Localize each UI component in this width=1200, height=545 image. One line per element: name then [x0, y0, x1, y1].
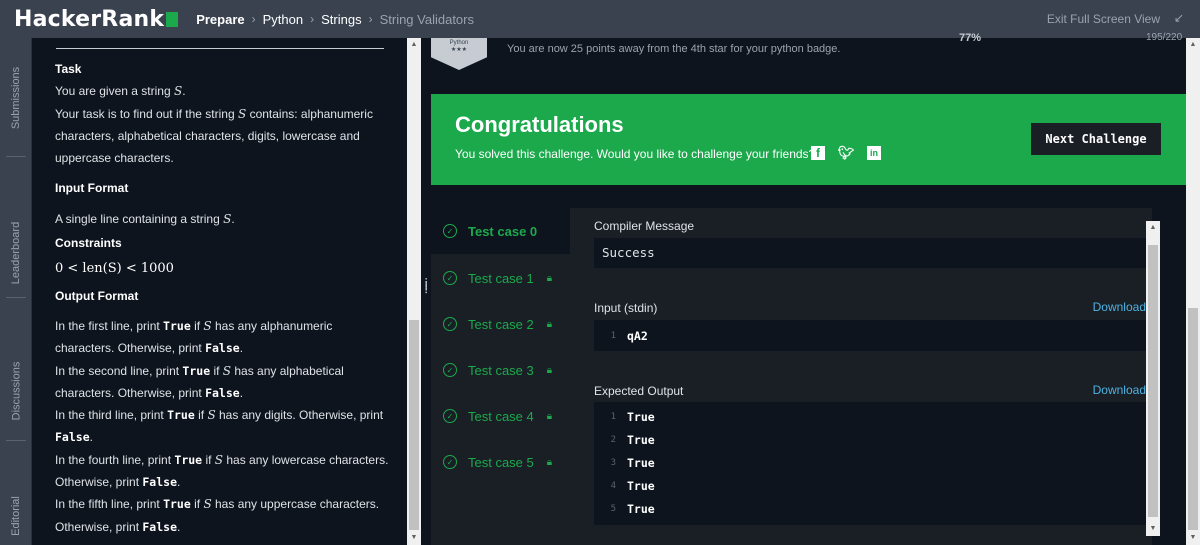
test-case-4[interactable]: ✓ Test case 4 🔒︎ — [431, 393, 570, 439]
download-expected-link[interactable]: Download — [1093, 383, 1146, 397]
tab-discussions[interactable]: Discussions — [0, 336, 32, 446]
chevron-right-icon: › — [368, 12, 373, 26]
task-line: You are given a string S. — [55, 84, 186, 99]
check-circle-icon: ✓ — [443, 271, 457, 285]
scroll-up-icon[interactable]: ▲ — [1186, 38, 1200, 52]
shrink-icon[interactable]: ↙︎ — [1174, 11, 1184, 25]
scroll-up-icon[interactable]: ▲ — [407, 38, 421, 52]
exit-full-screen-link[interactable]: Exit Full Screen View — [1047, 12, 1160, 26]
code-line: 3 True — [610, 455, 655, 470]
lock-icon: 🔒︎ — [546, 272, 553, 284]
code-line: 4 True — [610, 478, 655, 493]
congrats-title: Congratulations — [455, 112, 624, 137]
input-format-heading: Input Format — [55, 181, 129, 196]
tab-submissions[interactable]: Submissions — [0, 48, 32, 148]
code-line: 1 True — [610, 409, 655, 424]
breadcrumb-python[interactable]: Python — [263, 12, 303, 27]
test-case-list: ✓ Test case 0 ✓ Test case 1 🔒︎ ✓ Test ca… — [431, 208, 570, 545]
test-case-0[interactable]: ✓ Test case 0 — [431, 208, 570, 254]
code-line: 5 True — [610, 501, 655, 516]
chevron-right-icon: › — [251, 12, 256, 26]
compiler-message-label: Compiler Message — [594, 219, 695, 233]
output-format-heading: Output Format — [55, 288, 139, 303]
divider — [56, 48, 384, 49]
output-scrollbar[interactable]: ▲ ▼ — [1146, 221, 1160, 536]
scroll-thumb[interactable] — [409, 320, 419, 530]
side-tabs: Submissions Leaderboard Discussions Edit… — [0, 38, 32, 545]
check-circle-icon: ✓ — [443, 363, 457, 377]
task-description: Your task is to find out if the string S… — [55, 106, 373, 166]
lock-icon: 🔒︎ — [546, 364, 553, 376]
input-format-text: A single line containing a string S. — [55, 211, 235, 226]
input-label: Input (stdin) — [594, 301, 658, 315]
output-line-5: In the fifth line, print True if S has a… — [55, 497, 380, 534]
constraint-value: 0 < len(S) < 1000 — [55, 261, 174, 277]
test-case-2[interactable]: ✓ Test case 2 🔒︎ — [431, 301, 570, 347]
constraints-heading: Constraints — [55, 236, 122, 251]
expected-output-box: 1 True 2 True 3 True 4 True 5 True — [594, 402, 1147, 525]
output-line-4: In the fourth line, print True if S has … — [55, 452, 389, 490]
facebook-icon[interactable]: f — [811, 146, 825, 160]
check-circle-icon: ✓ — [443, 224, 457, 238]
breadcrumb-strings[interactable]: Strings — [321, 12, 361, 27]
lock-icon: 🔒︎ — [546, 410, 553, 422]
code-line: 2 True — [610, 432, 655, 447]
page-scrollbar[interactable]: ▲ ▼ — [1186, 38, 1200, 545]
top-bar: HackerRank Prepare › Python › Strings › … — [0, 0, 1200, 38]
chevron-right-icon: › — [310, 12, 315, 26]
input-code-box: 1 qA2 — [594, 320, 1147, 351]
scroll-thumb[interactable] — [1188, 308, 1198, 530]
scroll-down-icon[interactable]: ▼ — [1146, 522, 1160, 536]
test-case-3[interactable]: ✓ Test case 3 🔒︎ — [431, 347, 570, 393]
download-input-link[interactable]: Download — [1093, 300, 1146, 314]
badge-percent: 77% — [959, 32, 982, 44]
lock-icon: 🔒︎ — [546, 318, 553, 330]
scroll-thumb[interactable] — [1148, 245, 1158, 517]
problem-scrollbar[interactable]: ▲ ▼ — [407, 38, 421, 545]
expected-output-label: Expected Output — [594, 384, 684, 398]
tab-divider — [6, 156, 26, 157]
tab-editorial[interactable]: Editorial — [0, 486, 32, 545]
breadcrumb-string-validators: String Validators — [379, 11, 474, 27]
badge-progress: Python ★★★ You are now 25 points away fr… — [431, 32, 1186, 74]
scroll-up-icon[interactable]: ▲ — [1146, 221, 1160, 235]
badge-message: You are now 25 points away from the 4th … — [507, 43, 841, 55]
submission-results: Python ★★★ You are now 25 points away fr… — [431, 32, 1186, 545]
output-panel: Compiler Message Success Input (stdin) D… — [570, 208, 1152, 545]
output-line-3: In the third line, print True if S has a… — [55, 408, 384, 445]
twitter-icon[interactable]: 🐦︎ — [838, 145, 855, 160]
check-circle-icon: ✓ — [443, 317, 457, 331]
tab-divider — [6, 297, 26, 298]
hackerrank-logo[interactable]: HackerRank — [14, 7, 179, 32]
check-circle-icon: ✓ — [443, 455, 457, 469]
scroll-down-icon[interactable]: ▼ — [1186, 531, 1200, 545]
output-line-1: In the first line, print True if S has a… — [55, 318, 333, 356]
test-case-5[interactable]: ✓ Test case 5 🔒︎ — [431, 439, 570, 485]
test-case-1[interactable]: ✓ Test case 1 🔒︎ — [431, 255, 570, 301]
congrats-subtitle: You solved this challenge. Would you lik… — [455, 147, 816, 161]
python-badge-icon: Python ★★★ — [431, 38, 487, 70]
linkedin-icon[interactable]: in — [867, 146, 881, 160]
compiler-message-value: Success — [594, 238, 1147, 268]
lock-icon: 🔒︎ — [546, 456, 553, 468]
problem-statement: Task You are given a string S. Your task… — [32, 38, 407, 545]
check-circle-icon: ✓ — [443, 409, 457, 423]
breadcrumb: Prepare › Python › Strings › String Vali… — [196, 12, 474, 27]
scroll-down-icon[interactable]: ▼ — [407, 531, 421, 545]
breadcrumb-prepare[interactable]: Prepare — [196, 12, 244, 27]
logo-block-icon — [166, 11, 179, 27]
congratulations-banner: Congratulations You solved this challeng… — [431, 94, 1186, 185]
tab-divider — [6, 440, 26, 441]
output-line-2: In the second line, print True if S has … — [55, 363, 344, 400]
tab-leaderboard[interactable]: Leaderboard — [0, 198, 32, 308]
problem-text: Task You are given a string S. Your task… — [55, 58, 390, 538]
code-line: 1 qA2 — [610, 328, 648, 343]
task-heading: Task — [55, 62, 82, 76]
drag-handle-icon[interactable]: ⠇ ⠇ ⠇ — [424, 279, 431, 297]
next-challenge-button[interactable]: Next Challenge — [1031, 123, 1161, 155]
badge-points: 195/220 — [1146, 32, 1183, 43]
